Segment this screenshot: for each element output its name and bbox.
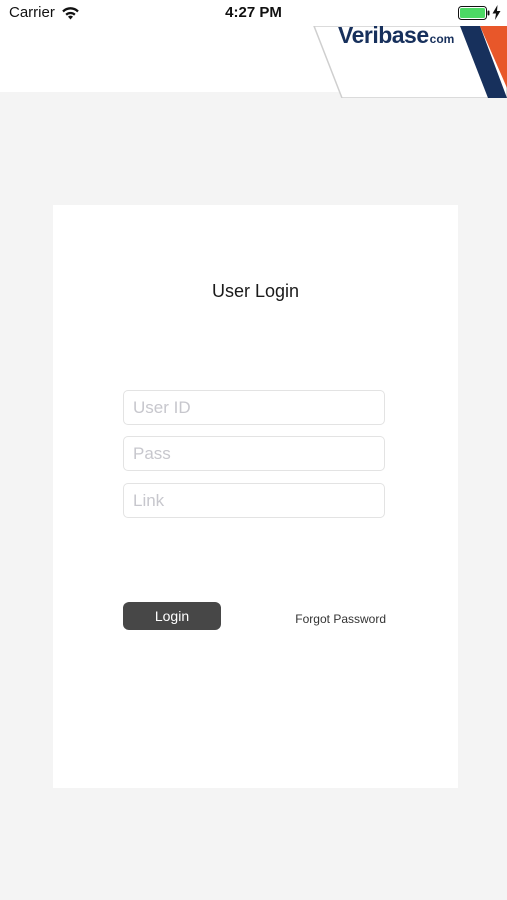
clock-time: 4:27 PM (225, 4, 282, 21)
forgot-password-link[interactable]: Forgot Password (281, 612, 386, 626)
battery-icon (458, 6, 490, 20)
password-field[interactable] (123, 436, 385, 471)
user-id-field[interactable] (123, 390, 385, 425)
login-card: User Login Login Forgot Password (53, 205, 458, 788)
brand-name-rest: eribase (351, 22, 430, 48)
charging-icon (492, 5, 501, 20)
brand-suffix: com (429, 32, 455, 46)
brand-logo: Veribase com (338, 22, 454, 50)
login-button[interactable]: Login (123, 602, 221, 630)
brand-first-letter: V (338, 22, 352, 48)
brand-name: Veribase (338, 22, 429, 49)
page-title: User Login (211, 281, 300, 301)
link-field[interactable] (123, 483, 385, 518)
